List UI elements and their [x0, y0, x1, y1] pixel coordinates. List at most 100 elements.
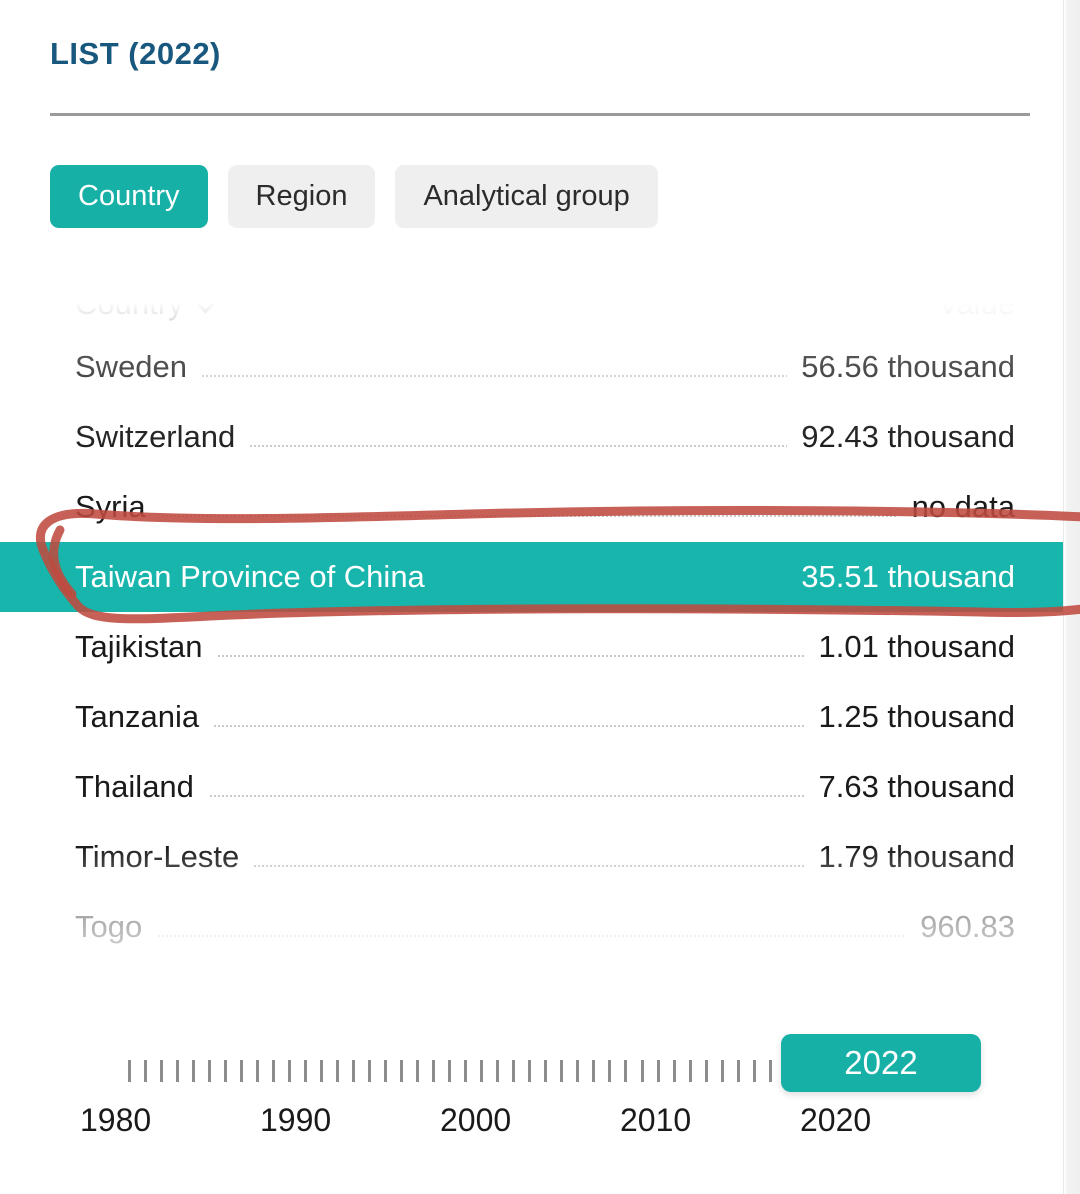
column-header-country[interactable]: Country: [75, 286, 216, 322]
timeline-tick: [160, 1060, 164, 1082]
row-value: 1.25 thousand: [804, 699, 1015, 735]
timeline-tick: [448, 1060, 452, 1082]
timeline-tick: [224, 1060, 228, 1082]
timeline-tick: [656, 1060, 660, 1082]
timeline-tick: [624, 1060, 628, 1082]
table-row[interactable]: Switzerland 92.43 thousand: [0, 402, 1063, 472]
timeline-tick: [496, 1060, 500, 1082]
row-value: no data: [897, 489, 1015, 525]
timeline-tick: [720, 1060, 724, 1082]
chevron-down-icon[interactable]: [196, 292, 216, 312]
timeline-handle[interactable]: 2022: [781, 1034, 981, 1092]
timeline-tick: [272, 1060, 276, 1082]
row-country-name: Syria: [75, 489, 160, 525]
timeline-tick: [736, 1060, 740, 1082]
timeline-ticks: [128, 1058, 788, 1084]
timeline-tick: [528, 1060, 532, 1082]
tab-analytical-group[interactable]: Analytical group: [395, 165, 658, 228]
row-country-name: Taiwan Province of China: [75, 559, 425, 594]
timeline-tick: [144, 1060, 148, 1082]
table-row[interactable]: Taiwan Province of China 35.51 thousand: [0, 542, 1063, 612]
table-row[interactable]: Sweden 56.56 thousand: [0, 332, 1063, 402]
timeline-year-label: 1990: [260, 1102, 332, 1138]
row-value: 1.01 thousand: [804, 629, 1015, 665]
timeline-tick: [368, 1060, 372, 1082]
year-timeline-slider[interactable]: 2022 1980 1990 2000 2010 2020: [0, 1020, 1063, 1160]
table-row[interactable]: Tanzania 1.25 thousand: [0, 682, 1063, 752]
row-country-name: Thailand: [75, 769, 208, 805]
timeline-tick: [240, 1060, 244, 1082]
timeline-tick: [592, 1060, 596, 1082]
timeline-tick: [256, 1060, 260, 1082]
timeline-tick: [672, 1060, 676, 1082]
timeline-tick: [640, 1060, 644, 1082]
tab-bar: Country Region Analytical group: [50, 165, 658, 228]
timeline-tick: [768, 1060, 772, 1082]
timeline-tick: [704, 1060, 708, 1082]
timeline-tick: [688, 1060, 692, 1082]
row-leader-dots: [75, 515, 1015, 517]
row-value: 92.43 thousand: [787, 419, 1015, 455]
row-country-name: Tanzania: [75, 699, 214, 735]
row-value: 35.51 thousand: [801, 559, 1015, 594]
table-row[interactable]: Tajikistan 1.01 thousand: [0, 612, 1063, 682]
page-title: LIST (2022): [50, 36, 221, 71]
tab-region[interactable]: Region: [227, 165, 376, 228]
table-row-content: Switzerland 92.43 thousand: [75, 419, 1015, 455]
timeline-tick: [752, 1060, 756, 1082]
timeline-year-label: 2000: [440, 1102, 512, 1138]
timeline-tick: [304, 1060, 308, 1082]
table-row-content: Thailand 7.63 thousand: [75, 769, 1015, 805]
timeline-tick: [384, 1060, 388, 1082]
timeline-tick: [288, 1060, 292, 1082]
timeline-tick: [512, 1060, 516, 1082]
timeline-tick: [176, 1060, 180, 1082]
tab-country[interactable]: Country: [50, 165, 208, 228]
table-row-content: Tajikistan 1.01 thousand: [75, 629, 1015, 665]
timeline-tick: [352, 1060, 356, 1082]
row-country-name: Timor-Leste: [75, 839, 254, 875]
table-row[interactable]: Syria no data: [0, 472, 1063, 542]
timeline-tick: [608, 1060, 612, 1082]
timeline-tick: [560, 1060, 564, 1082]
title-divider: [50, 113, 1030, 116]
table-row[interactable]: Timor-Leste 1.79 thousand: [0, 822, 1063, 892]
timeline-year-label: 2010: [620, 1102, 692, 1138]
timeline-tick: [192, 1060, 196, 1082]
table-row-content: Tanzania 1.25 thousand: [75, 699, 1015, 735]
timeline-tick: [464, 1060, 468, 1082]
row-value: 1.79 thousand: [804, 839, 1015, 875]
timeline-tick: [128, 1060, 131, 1082]
row-value: 960.83: [906, 909, 1015, 945]
column-header-value: Value: [938, 286, 1015, 321]
table-row-content: Timor-Leste 1.79 thousand: [75, 839, 1015, 875]
timeline-year-label: 1980: [80, 1102, 152, 1138]
table-row-content: Syria no data: [75, 489, 1015, 525]
timeline-tick: [208, 1060, 212, 1082]
row-leader-dots: [75, 935, 1015, 937]
table-row-content: Sweden 56.56 thousand: [75, 349, 1015, 385]
table-row[interactable]: Togo 960.83: [0, 892, 1063, 962]
timeline-tick: [336, 1060, 340, 1082]
row-country-name: Sweden: [75, 349, 202, 385]
timeline-tick: [416, 1060, 420, 1082]
timeline-tick: [320, 1060, 324, 1082]
table-row-content: Togo 960.83: [75, 909, 1015, 945]
list-rows: Sweden 56.56 thousand Switzerland 92.43 tho…: [0, 332, 1063, 966]
timeline-tick: [400, 1060, 404, 1082]
timeline-tick: [432, 1060, 436, 1082]
row-country-name: Switzerland: [75, 419, 250, 455]
timeline-tick: [576, 1060, 580, 1082]
timeline-year-label: 2020: [800, 1102, 872, 1138]
country-list: Country Value Sweden 56.56 thousand Switze…: [0, 276, 1063, 966]
page-scrollbar-track[interactable]: [1063, 0, 1080, 1194]
row-value: 56.56 thousand: [787, 349, 1015, 385]
table-row[interactable]: Thailand 7.63 thousand: [0, 752, 1063, 822]
row-country-name: Tajikistan: [75, 629, 217, 665]
timeline-tick: [480, 1060, 484, 1082]
table-row-content: Taiwan Province of China 35.51 thousand: [75, 559, 1015, 595]
list-panel: LIST (2022) Country Region Analytical gr…: [0, 0, 1080, 1194]
row-country-name: Togo: [75, 909, 157, 945]
timeline-axis-labels: 1980 1990 2000 2010 2020: [0, 1102, 1063, 1152]
list-header-row: Country Value: [75, 276, 1015, 332]
